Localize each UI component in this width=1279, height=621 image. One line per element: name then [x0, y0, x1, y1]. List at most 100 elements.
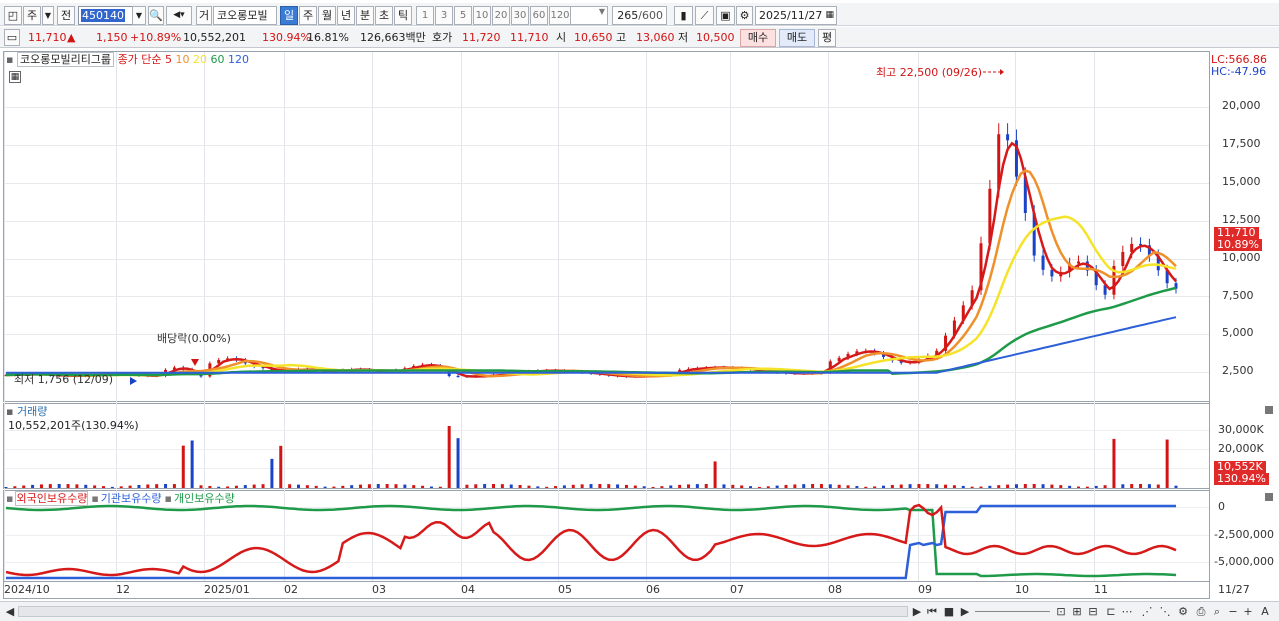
stop-icon[interactable]: ■ [942, 603, 956, 620]
volume-bar [793, 484, 797, 488]
volume-bar [314, 485, 318, 488]
tool-icon-2[interactable]: ⊞ [1070, 603, 1084, 620]
rewind-icon[interactable]: ⏮ [925, 603, 939, 620]
holdings-tick-label: 0 [1218, 500, 1225, 513]
volume-bar [749, 486, 753, 488]
volume-bar [252, 484, 256, 488]
tool-icon-3[interactable]: ⊟ [1086, 603, 1100, 620]
current-pct-tag: 10.89% [1214, 239, 1262, 251]
volume-bar [412, 485, 416, 488]
price-tick-label: 7,500 [1222, 289, 1254, 302]
tool-icon-4[interactable]: ⊏ [1104, 603, 1118, 620]
volume-bar [332, 486, 336, 488]
ma-period-20: 20 [193, 53, 211, 66]
volume-bar [261, 484, 265, 488]
font-size-icon[interactable]: A [1258, 603, 1272, 620]
volume-bar [890, 485, 894, 488]
volume-bar [146, 484, 150, 488]
candle-body [456, 375, 460, 377]
candle-body [1077, 261, 1080, 264]
volume-bar [970, 486, 974, 488]
volume-bar [855, 486, 859, 488]
stock-title[interactable]: 코오롱모빌리티그룹 [16, 52, 115, 67]
volume-bar [456, 438, 460, 488]
volume-bar [234, 485, 238, 488]
volume-bar [704, 484, 708, 488]
zoom-out-icon[interactable]: − [1227, 603, 1239, 620]
volume-bar [952, 485, 956, 488]
zoom-search-icon[interactable]: ⌕ [1210, 603, 1224, 620]
scroll-left-icon[interactable]: ◀ [4, 603, 16, 620]
volume-bar [367, 484, 371, 488]
chart-window: { "toolbar":{ "period_selector":"주", "sc… [0, 0, 1279, 621]
volume-bar [110, 486, 114, 488]
scroll-track[interactable] [18, 606, 908, 617]
ma-periods: 5 10 20 60 120 [165, 53, 249, 66]
tool-icon-5[interactable]: ⋯ [1120, 603, 1134, 620]
holdings-legend-item-2[interactable]: 개인보유수량 [174, 492, 235, 505]
volume-bar [226, 486, 230, 488]
volume-bar [385, 484, 389, 488]
scroll-right-icon[interactable]: ▶ [911, 603, 923, 620]
volume-bar [1077, 486, 1080, 488]
volume-bar [13, 486, 17, 488]
holdings-tick-label: -2,500,000 [1214, 528, 1274, 541]
volume-bar [669, 485, 673, 488]
price-tick-label: 12,500 [1222, 213, 1261, 226]
price-tick-label: 10,000 [1222, 251, 1261, 264]
volume-bar [828, 484, 832, 488]
holdings-panel-close-icon[interactable] [1265, 493, 1273, 501]
volume-bar [57, 484, 61, 488]
volume-title: ▪ 거래량 [6, 405, 48, 418]
volume-bar [1006, 484, 1010, 488]
holdings-legend-item-1[interactable]: 기관보유수량 [101, 492, 162, 505]
volume-bar [731, 484, 735, 488]
volume-bar [660, 486, 664, 488]
volume-bar [687, 484, 690, 488]
volume-bar [616, 484, 620, 488]
volume-bar [722, 484, 726, 488]
play-icon[interactable]: ▶ [958, 603, 972, 620]
volume-bar [819, 484, 823, 488]
x-axis-label: 09 [918, 583, 932, 596]
zoom-slider[interactable] [975, 611, 1050, 612]
grid-table-icon[interactable]: ▦ [9, 71, 21, 83]
tool-icon-6[interactable]: ⋰ [1140, 603, 1154, 620]
x-axis-label: 05 [558, 583, 572, 596]
volume-bar [802, 484, 806, 488]
volume-bar [421, 485, 425, 488]
holdings-legend-item-0[interactable]: 외국인보유수량 [15, 491, 89, 506]
volume-bar [155, 484, 159, 488]
print-icon[interactable]: ⎙ [1194, 603, 1208, 620]
volume-bar [305, 485, 309, 488]
settings-icon[interactable]: ⚙ [1176, 603, 1190, 620]
volume-bar [624, 484, 628, 488]
volume-value-label: 10,552,201주(130.94%) [8, 419, 139, 432]
stock-chart-canvas[interactable] [0, 0, 1279, 600]
x-axis-label: 11 [1094, 583, 1108, 596]
volume-bar [545, 486, 549, 488]
price-legend: ▪ 코오롱모빌리티그룹 종가 단순 5 10 20 60 120 [6, 52, 249, 67]
volume-bar [465, 484, 469, 488]
volume-bar [846, 485, 850, 488]
volume-bar [172, 484, 176, 488]
tool-icon-7[interactable]: ⋱ [1158, 603, 1172, 620]
volume-bar [75, 484, 79, 488]
volume-bar [678, 484, 682, 488]
volume-bar [935, 484, 939, 488]
volume-bar [217, 486, 221, 488]
volume-tick-label: 20,000K [1218, 442, 1264, 455]
volume-bar [926, 484, 930, 488]
volume-bar [509, 484, 513, 488]
volume-bar [1068, 485, 1072, 488]
tool-icon-1[interactable]: ⊡ [1054, 603, 1068, 620]
price-tick-label: 15,000 [1222, 175, 1261, 188]
x-axis-label: 08 [828, 583, 842, 596]
volume-bar [39, 484, 43, 488]
candle-body [1050, 269, 1054, 277]
ma-period-60: 60 [210, 53, 229, 66]
volume-panel-close-icon[interactable] [1265, 406, 1273, 414]
volume-bar [864, 486, 868, 488]
volume-bar [359, 484, 363, 488]
zoom-in-icon[interactable]: + [1242, 603, 1254, 620]
